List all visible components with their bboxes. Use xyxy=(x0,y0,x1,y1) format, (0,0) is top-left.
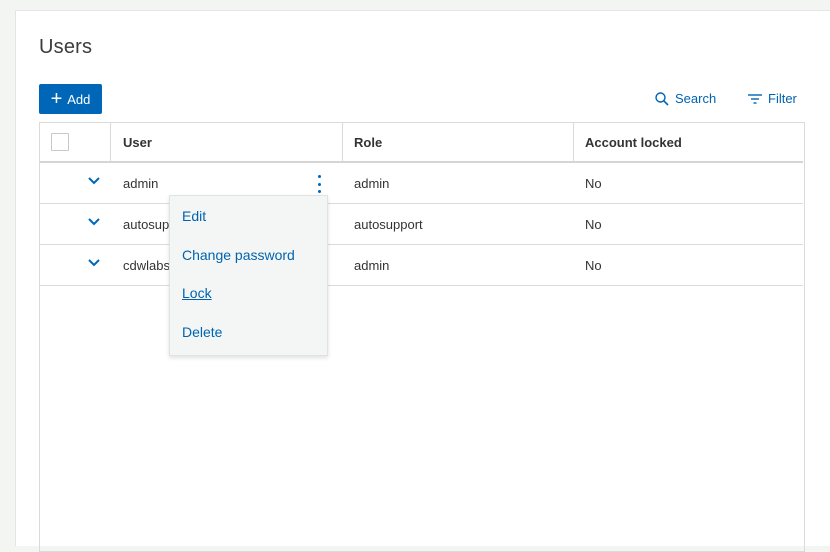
locked-cell: No xyxy=(585,257,602,273)
filter-icon xyxy=(748,93,762,104)
select-all-checkbox[interactable] xyxy=(51,133,69,151)
user-cell: admin xyxy=(123,175,159,191)
filter-button[interactable]: Filter xyxy=(748,91,797,106)
add-button-label: Add xyxy=(67,91,91,107)
table-row: cdwlabsadmin admin No xyxy=(40,245,803,286)
locked-cell: No xyxy=(585,175,602,191)
filter-label: Filter xyxy=(768,91,797,106)
row-actions-kebab-icon[interactable] xyxy=(314,175,324,193)
column-header-role[interactable]: Role xyxy=(354,123,382,161)
add-user-button[interactable]: + Add xyxy=(39,84,102,114)
column-header-user[interactable]: User xyxy=(123,123,152,161)
plus-icon: + xyxy=(50,87,63,110)
table-row: admin admin No xyxy=(40,163,803,204)
chevron-down-icon[interactable] xyxy=(86,214,102,230)
search-label: Search xyxy=(675,91,717,106)
users-table: User Role Account locked admin admin No … xyxy=(39,122,805,552)
table-row: autosupport autosupport No xyxy=(40,204,803,245)
locked-cell: No xyxy=(585,216,602,232)
menu-item-edit[interactable]: Edit xyxy=(182,208,206,224)
menu-item-delete[interactable]: Delete xyxy=(182,324,222,340)
role-cell: admin xyxy=(354,175,390,191)
role-cell: autosupport xyxy=(354,216,423,232)
role-cell: admin xyxy=(354,257,390,273)
row-context-menu: Edit Change password Lock Delete xyxy=(169,195,328,356)
menu-item-change-password[interactable]: Change password xyxy=(182,247,295,263)
chevron-down-icon[interactable] xyxy=(86,173,102,189)
page-title: Users xyxy=(39,36,93,58)
table-header: User Role Account locked xyxy=(40,123,803,163)
search-button[interactable]: Search xyxy=(655,91,716,106)
column-header-account-locked[interactable]: Account locked xyxy=(585,123,682,161)
menu-item-lock[interactable]: Lock xyxy=(182,285,212,301)
search-icon xyxy=(655,91,669,106)
chevron-down-icon[interactable] xyxy=(86,255,102,271)
